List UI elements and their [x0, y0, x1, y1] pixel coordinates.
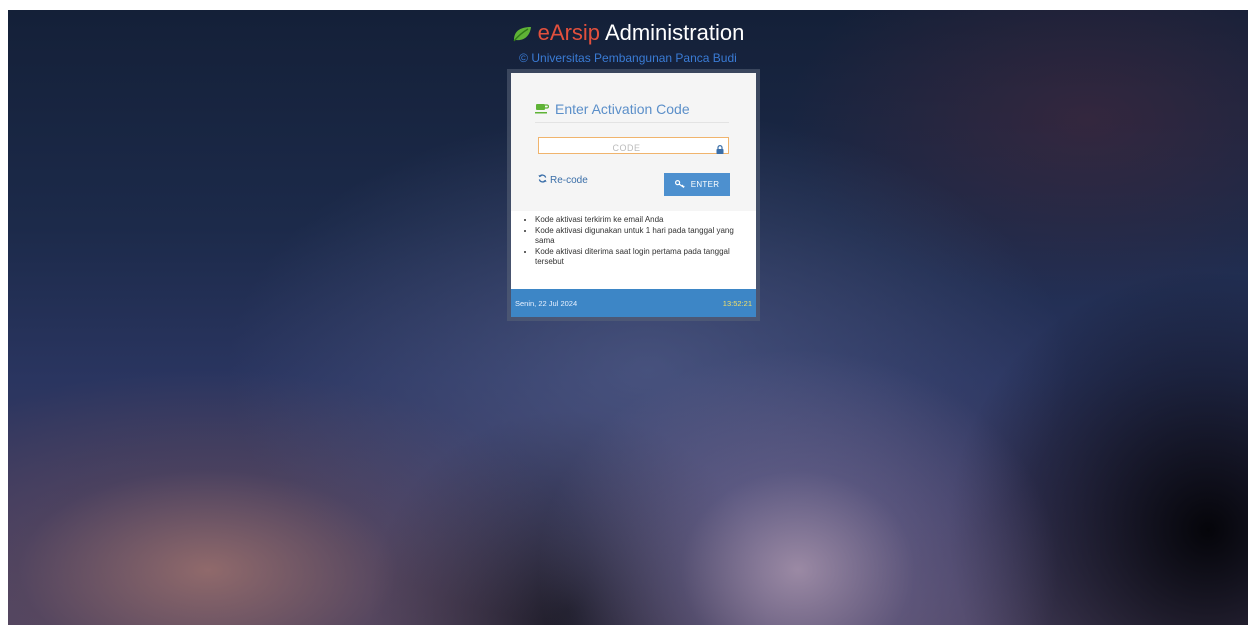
- note-item: Kode aktivasi terkirim ke email Anda: [535, 215, 746, 226]
- current-date: Senin, 22 Jul 2024: [515, 298, 578, 308]
- enter-label: ENTER: [690, 180, 720, 189]
- app-subtitle: © Universitas Pembangunan Panca Budi: [519, 51, 737, 65]
- card-title: Enter Activation Code: [535, 101, 690, 117]
- enter-button[interactable]: ENTER: [664, 173, 730, 196]
- note-item: Kode aktivasi diterima saat login pertam…: [535, 247, 746, 268]
- leaf-icon: [512, 22, 532, 48]
- card-title-text: Enter Activation Code: [555, 101, 690, 117]
- activation-form: Enter Activation Code CODE Re-code ENTER: [511, 73, 756, 211]
- refresh-icon: [538, 174, 547, 186]
- code-input[interactable]: [539, 140, 728, 156]
- activation-card: Enter Activation Code CODE Re-code ENTER…: [511, 73, 756, 317]
- recode-label: Re-code: [550, 174, 588, 186]
- app-title: eArsip Administration: [8, 20, 1248, 48]
- notes-list: Kode aktivasi terkirim ke email Anda Kod…: [521, 215, 746, 268]
- login-background: eArsip Administration © Universitas Pemb…: [8, 10, 1248, 625]
- key-icon: [674, 179, 685, 190]
- code-field: [538, 137, 729, 156]
- recode-link[interactable]: Re-code: [538, 174, 588, 186]
- app-header: eArsip Administration © Universitas Pemb…: [8, 20, 1248, 65]
- brand-name: eArsip: [537, 20, 601, 45]
- current-time: 13:52:21: [722, 298, 752, 308]
- note-item: Kode aktivasi digunakan untuk 1 hari pad…: [535, 226, 746, 247]
- card-footer: Senin, 22 Jul 2024 13:52:21: [511, 289, 756, 317]
- coffee-cup-icon: [535, 101, 550, 117]
- lock-icon: [716, 141, 724, 154]
- activation-notes: Kode aktivasi terkirim ke email Anda Kod…: [511, 211, 756, 268]
- title-rest: Administration: [604, 20, 745, 45]
- title-divider: [535, 122, 729, 123]
